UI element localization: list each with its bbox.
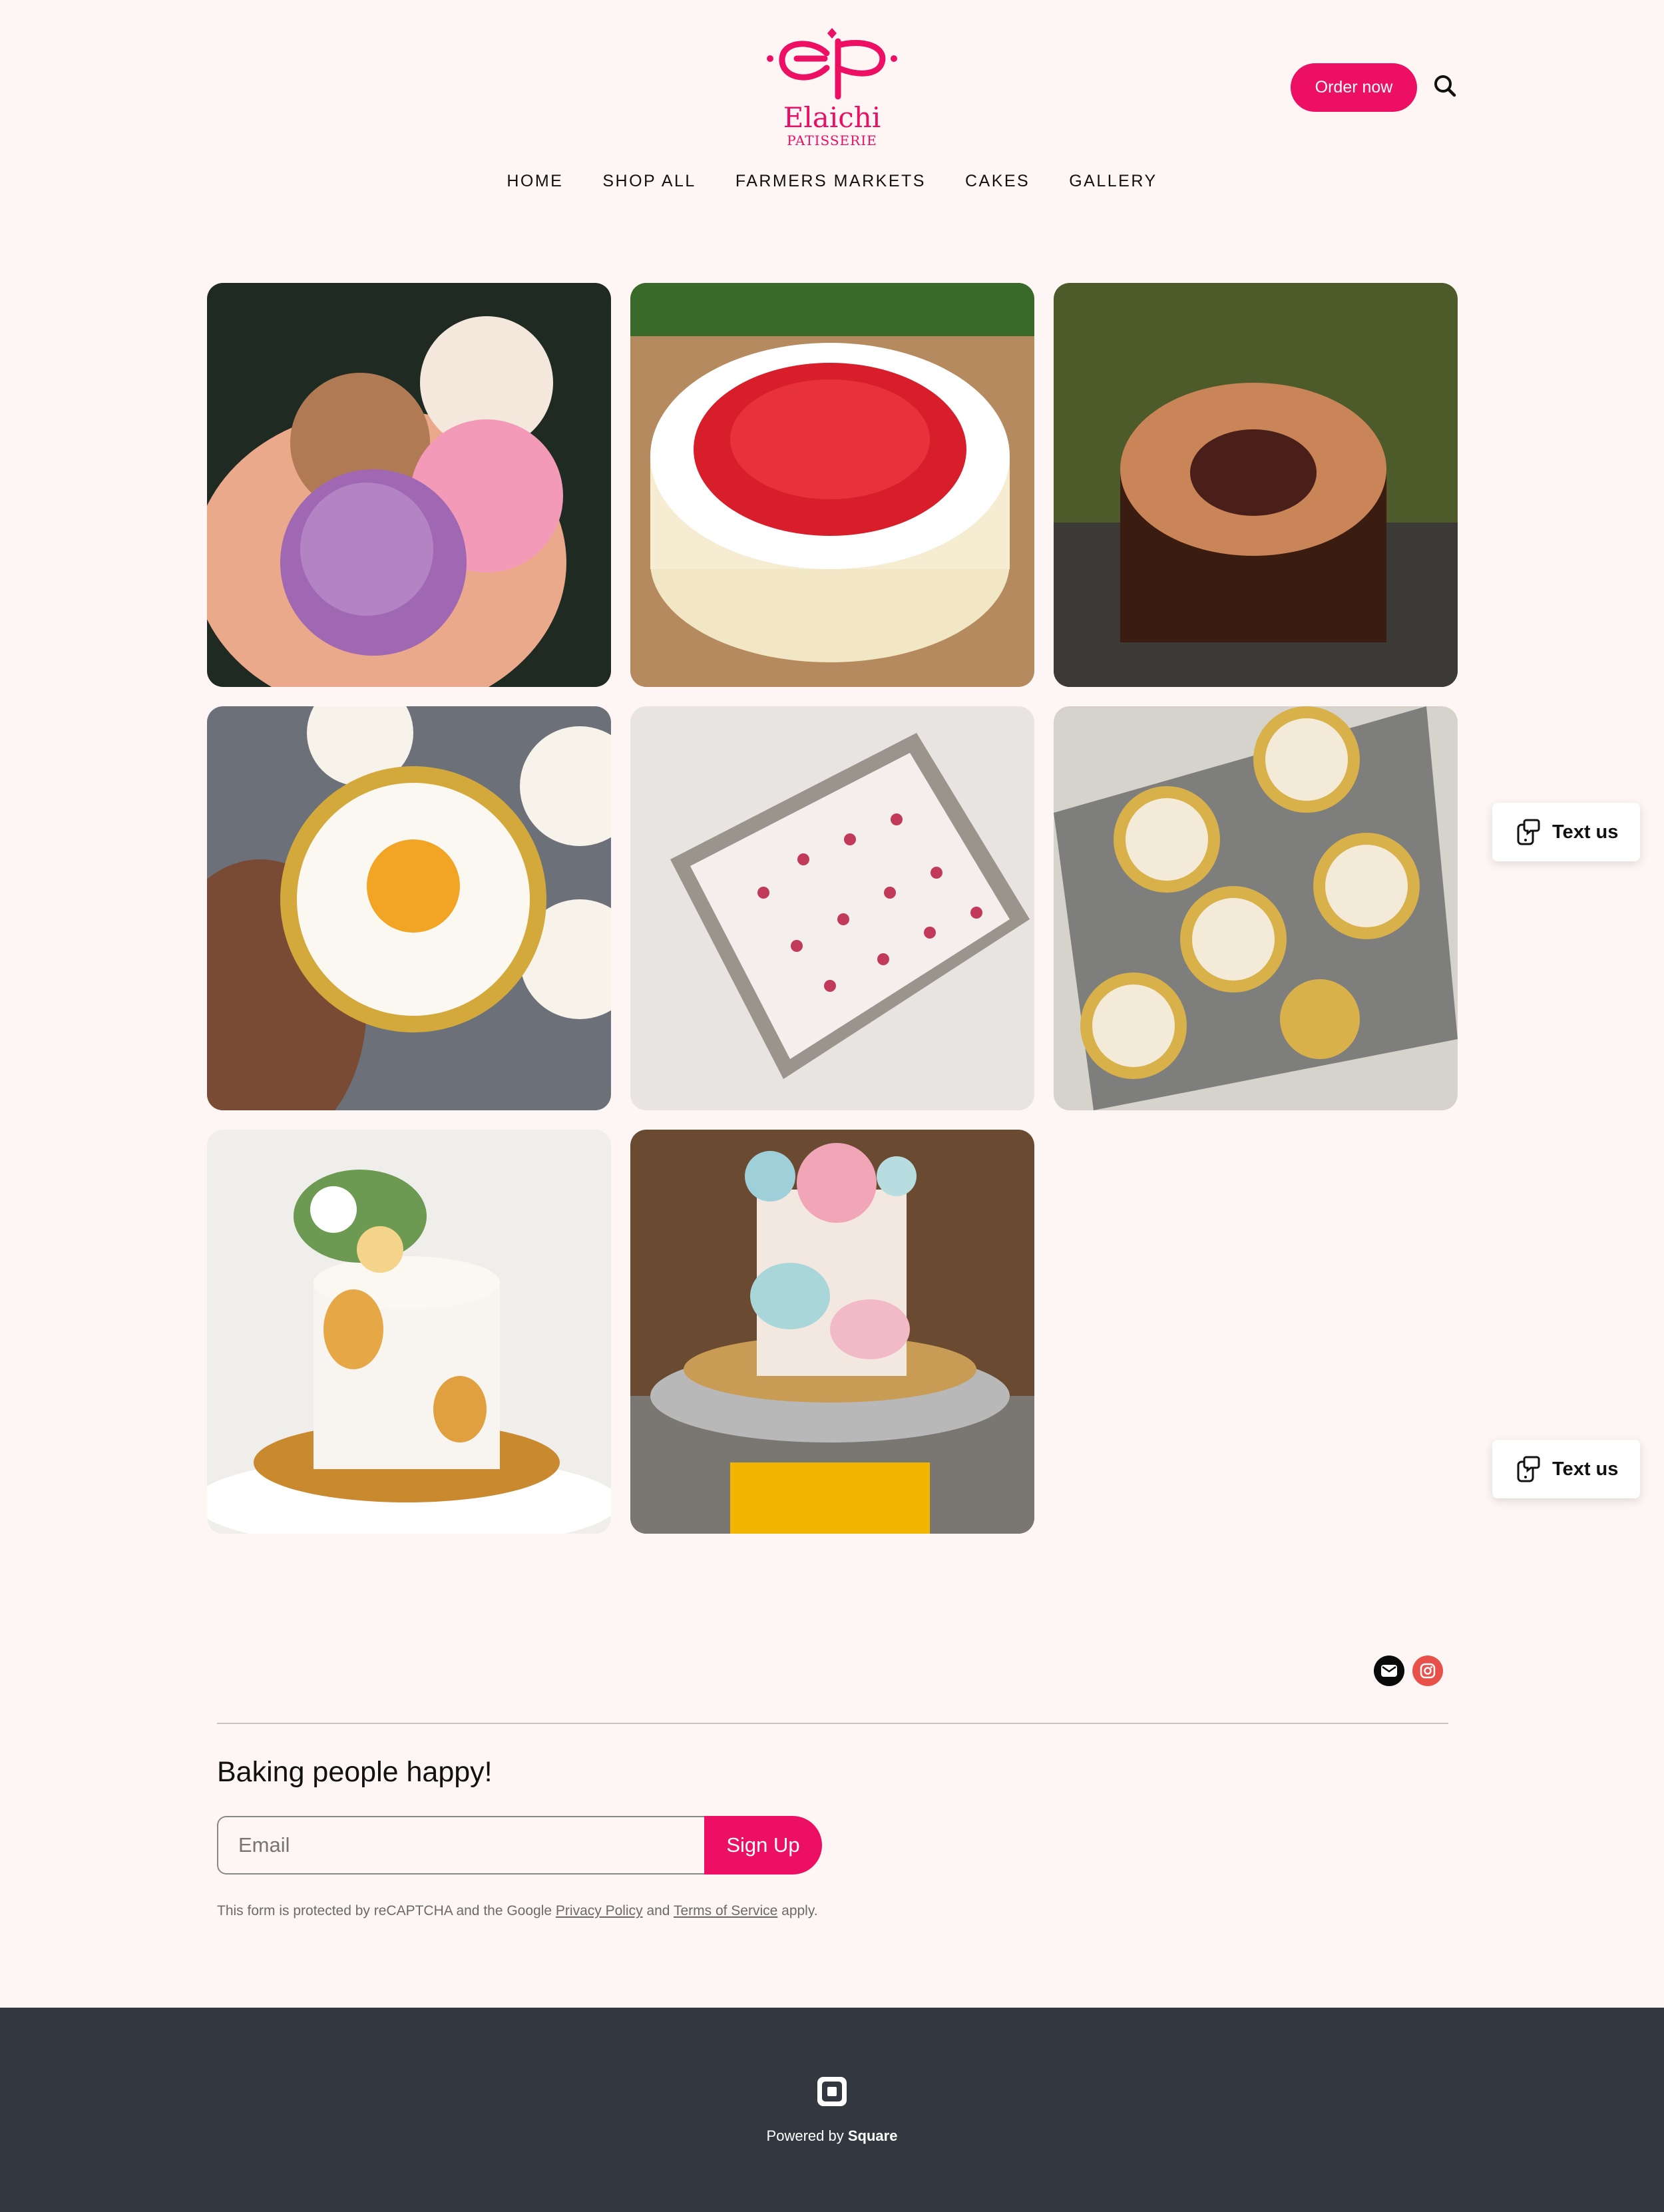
social-links: [1374, 1656, 1404, 1686]
text-us-widget[interactable]: Text us: [1492, 1440, 1640, 1498]
gallery-image-floral-cake[interactable]: [207, 1130, 611, 1534]
footer-divider: [217, 1723, 1448, 1724]
phone-chat-icon: [1517, 1456, 1540, 1482]
gallery-image-rose-truffles[interactable]: [630, 706, 1034, 1110]
instagram-icon[interactable]: [1412, 1656, 1443, 1686]
nav-item-home[interactable]: HOME: [507, 172, 563, 191]
powered-by-brand: Square: [847, 2127, 898, 2144]
logo-monogram-icon: [767, 28, 897, 100]
order-now-button[interactable]: Order now: [1291, 63, 1417, 112]
phone-chat-icon: [1517, 819, 1540, 845]
text-us-widget[interactable]: Text us: [1492, 803, 1640, 861]
nav-item-farmers-markets[interactable]: FARMERS MARKETS: [735, 172, 926, 191]
gallery-image-mango-tarts[interactable]: [207, 706, 611, 1110]
email-input[interactable]: [217, 1816, 706, 1875]
gallery-image-strawberry-cake[interactable]: [630, 283, 1034, 687]
newsletter-heading: Baking people happy!: [217, 1756, 493, 1788]
nav-item-gallery[interactable]: GALLERY: [1069, 172, 1157, 191]
mail-icon[interactable]: [1374, 1656, 1404, 1686]
brand-subtitle: PATISSERIE: [787, 132, 877, 148]
square-logo-icon[interactable]: [816, 2076, 848, 2107]
page: Elaichi PATISSERIE Order now HOME SHOP A…: [0, 0, 1664, 2212]
recaptcha-and-text: and: [642, 1903, 674, 1918]
gallery-image-chocolate-cake[interactable]: [1054, 283, 1458, 687]
recaptcha-notice: This form is protected by reCAPTCHA and …: [217, 1897, 836, 1924]
brand-logo[interactable]: Elaichi PATISSERIE: [763, 27, 901, 150]
text-us-label: Text us: [1552, 1458, 1619, 1480]
gallery-image-macarons[interactable]: [207, 283, 611, 687]
privacy-policy-link[interactable]: Privacy Policy: [556, 1903, 643, 1918]
brand-name: Elaichi: [783, 101, 881, 134]
powered-by-text: Powered by: [766, 2127, 844, 2144]
main-nav: HOME SHOP ALL FARMERS MARKETS CAKES GALL…: [0, 172, 1664, 191]
powered-by[interactable]: Powered by Square: [0, 2127, 1664, 2145]
gallery-image-heart-tarts[interactable]: [1054, 706, 1458, 1110]
recaptcha-text: This form is protected by reCAPTCHA and …: [217, 1903, 556, 1918]
search-icon[interactable]: [1432, 73, 1458, 99]
site-footer: [0, 2008, 1664, 2212]
nav-item-cakes[interactable]: CAKES: [965, 172, 1030, 191]
social-links: [1412, 1656, 1443, 1686]
sign-up-button[interactable]: Sign Up: [704, 1816, 822, 1875]
terms-of-service-link[interactable]: Terms of Service: [674, 1903, 777, 1918]
gallery-image-oh-baby-cake[interactable]: [630, 1130, 1034, 1534]
recaptcha-suffix: apply.: [777, 1903, 818, 1918]
text-us-label: Text us: [1552, 821, 1619, 843]
nav-item-shop-all[interactable]: SHOP ALL: [602, 172, 696, 191]
